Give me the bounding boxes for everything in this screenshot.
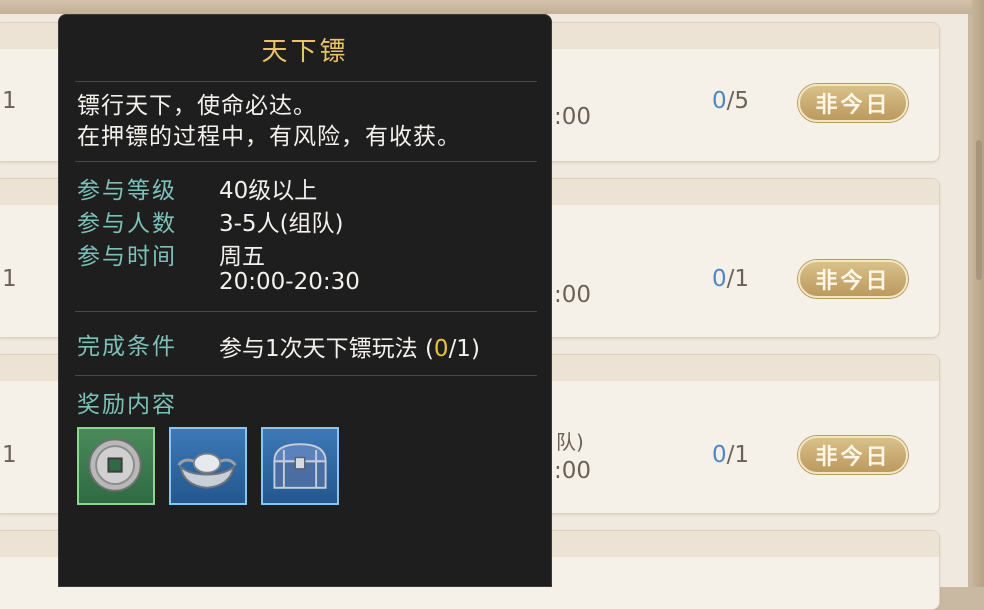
- level-label: 参与等级: [77, 178, 177, 204]
- completion-current: 0: [433, 336, 449, 362]
- divider: [75, 161, 537, 162]
- progress-current: 0: [712, 88, 727, 114]
- level-value: 40级以上: [219, 178, 318, 204]
- window-frame-top: [0, 0, 984, 14]
- reward-slot-coin[interactable]: [77, 427, 155, 505]
- row-progress: 0/1: [712, 266, 749, 292]
- row-partial-number: 1: [2, 88, 17, 114]
- row-time-fragment: :00: [554, 282, 592, 308]
- time-day: 周五: [219, 244, 265, 270]
- row-time-fragment: :00: [554, 104, 592, 130]
- progress-total: /1: [726, 266, 750, 292]
- description-line: 镖行天下，使命必达。: [77, 93, 317, 119]
- divider: [75, 81, 537, 82]
- people-value: 3-5人(组队): [219, 211, 344, 237]
- completion-total: /1): [448, 336, 480, 362]
- divider: [75, 311, 537, 312]
- row-partial-number: 1: [2, 266, 17, 292]
- status-badge-not-today: 非今日: [798, 436, 908, 474]
- completion-text: 参与1次天下镖玩法 (: [219, 336, 434, 362]
- progress-total: /5: [726, 88, 750, 114]
- scrollbar-thumb[interactable]: [976, 140, 982, 280]
- tooltip-description: 镖行天下，使命必达。 在押镖的过程中，有风险，有收获。: [77, 91, 461, 153]
- status-badge-not-today: 非今日: [798, 260, 908, 298]
- row-progress: 0/5: [712, 88, 749, 114]
- reward-slot-chest[interactable]: [261, 427, 339, 505]
- silver-ingot-icon: [177, 452, 237, 489]
- reward-label: 奖励内容: [77, 392, 177, 418]
- completion-value: 参与1次天下镖玩法 (0/1): [219, 329, 480, 363]
- people-label: 参与人数: [77, 211, 177, 237]
- activity-tooltip: 天下镖 镖行天下，使命必达。 在押镖的过程中，有风险，有收获。 参与等级 40级…: [58, 14, 552, 587]
- time-label: 参与时间: [77, 244, 177, 270]
- reward-slot-ingot[interactable]: [169, 427, 247, 505]
- row-progress: 0/1: [712, 442, 749, 468]
- completion-label: 完成条件: [77, 334, 177, 360]
- row-partial-number: 1: [2, 442, 17, 468]
- time-range: 20:00-20:30: [219, 269, 360, 295]
- tooltip-title: 天下镖: [261, 37, 349, 67]
- treasure-chest-icon: [273, 443, 327, 489]
- progress-current: 0: [712, 266, 727, 292]
- description-line: 在押镖的过程中，有风险，有收获。: [77, 124, 461, 150]
- divider: [75, 375, 537, 376]
- progress-total: /1: [726, 442, 750, 468]
- copper-coin-icon: [88, 438, 142, 492]
- status-badge-not-today: 非今日: [798, 84, 908, 122]
- row-team-fragment: 队): [556, 430, 584, 454]
- row-time-fragment: :00: [554, 458, 592, 484]
- window-frame-right: [972, 0, 984, 587]
- progress-current: 0: [712, 442, 727, 468]
